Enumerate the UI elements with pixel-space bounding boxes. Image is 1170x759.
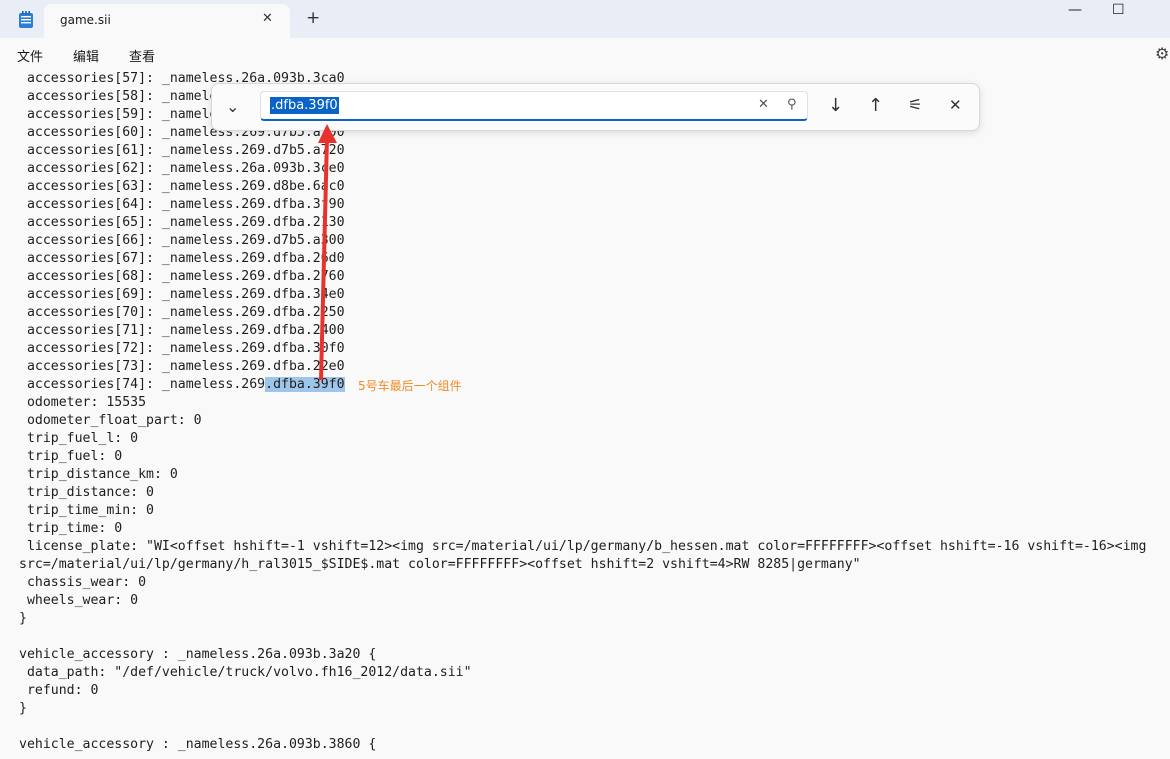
red-arrow-annotation bbox=[318, 124, 337, 381]
